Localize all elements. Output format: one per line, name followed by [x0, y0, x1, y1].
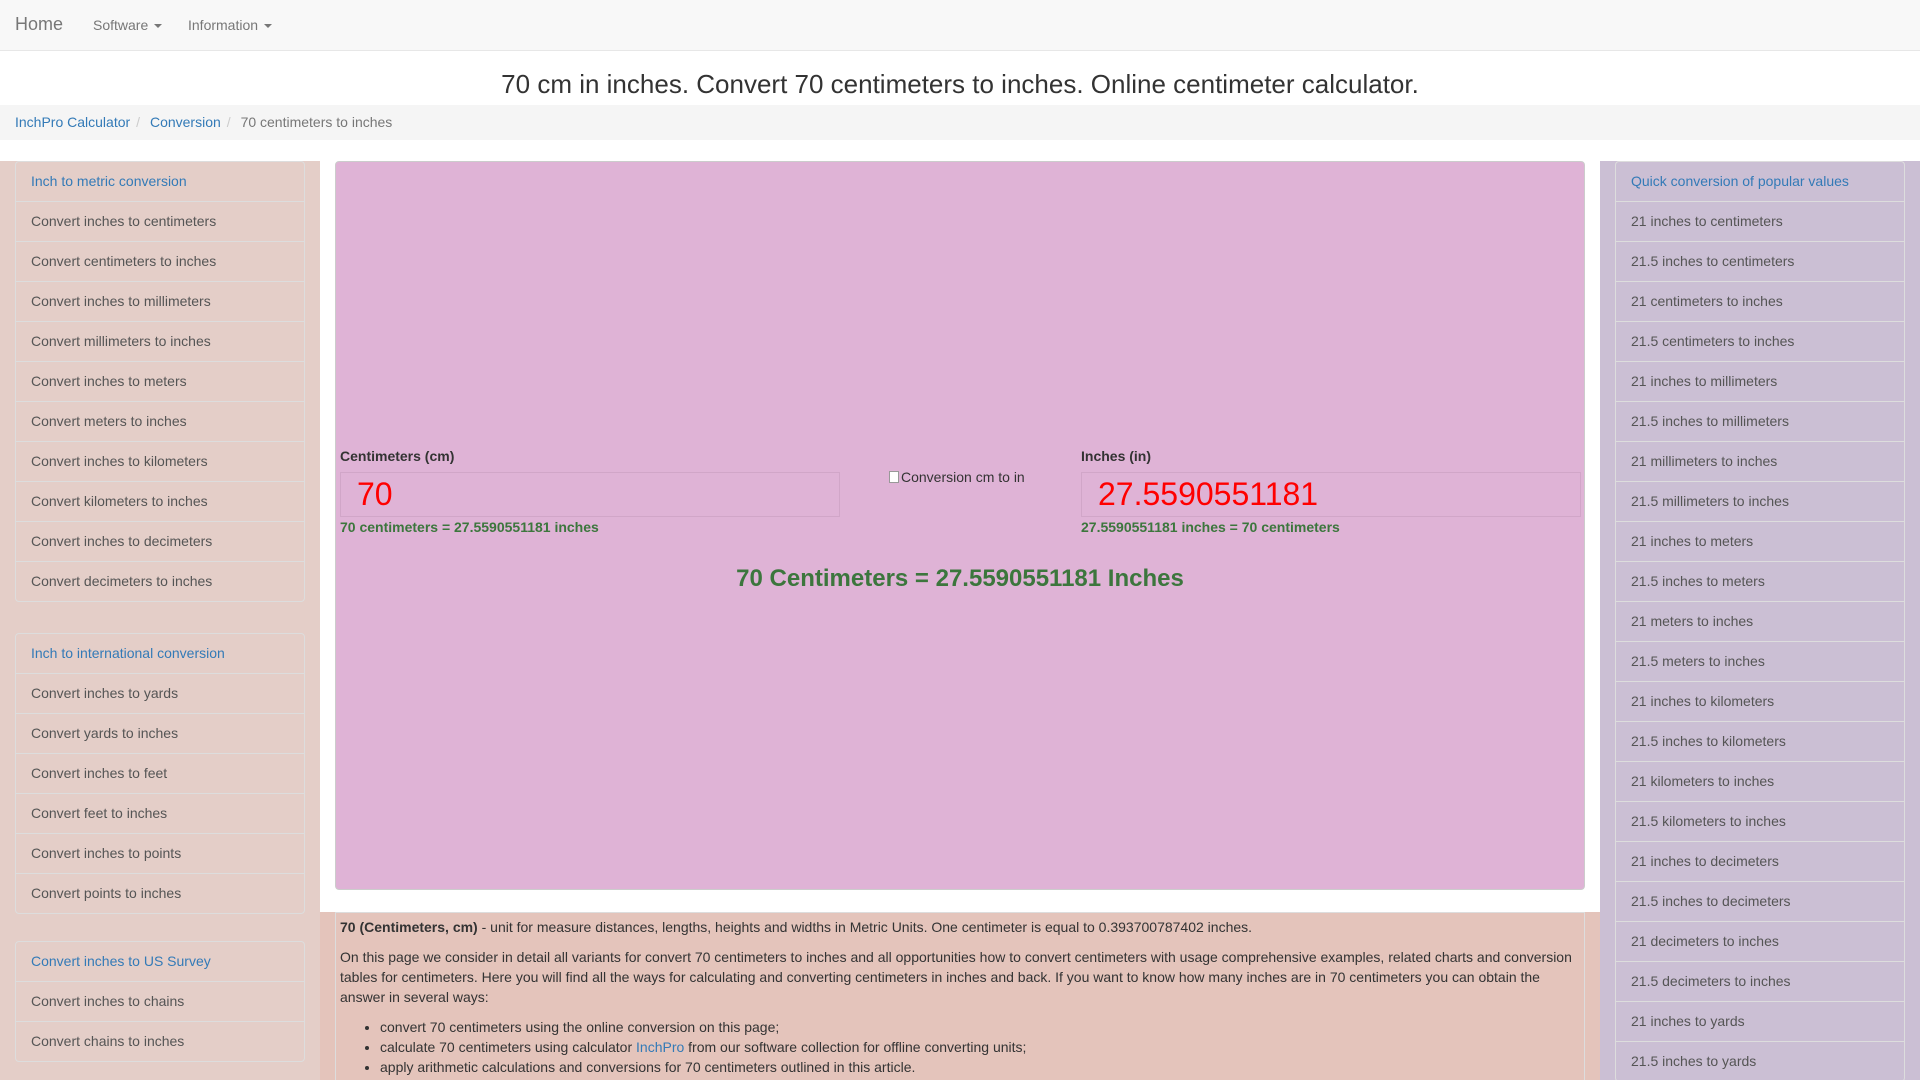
nav-information-label: Information	[188, 17, 259, 33]
bullet-text: calculate 70 centimeters using calculato…	[380, 1039, 637, 1055]
list-item: apply arithmetic calculations and conver…	[380, 1057, 1580, 1077]
list-item[interactable]: 21.5 inches to kilometers	[1615, 721, 1905, 762]
bullet-text: from our software collection for offline…	[684, 1039, 1027, 1055]
list-item[interactable]: 21.5 decimeters to inches	[1615, 961, 1905, 1002]
list-item[interactable]: 21.5 millimeters to inches	[1615, 481, 1905, 522]
list-item[interactable]: 21 millimeters to inches	[1615, 441, 1905, 482]
list-item[interactable]: Convert kilometers to inches	[15, 481, 305, 522]
list-item[interactable]: Convert inches to feet	[15, 753, 305, 794]
list-item[interactable]: Convert inches to kilometers	[15, 441, 305, 482]
conversion-image: Conversion cm to in	[889, 469, 1025, 485]
list-item[interactable]: Convert feet to inches	[15, 793, 305, 834]
top-navbar: Home Software Information	[0, 0, 1920, 51]
list-item[interactable]: 21 centimeters to inches	[1615, 281, 1905, 322]
list-item[interactable]: Convert millimeters to inches	[15, 321, 305, 362]
conversion-summary: 70 Centimeters = 27.5590551181 Inches	[736, 565, 1184, 592]
us-survey-conversion-list: Convert inches to US Survey Convert inch…	[15, 941, 305, 1062]
inches-label: Inches (in)	[1081, 448, 1152, 464]
definition-term: 70 (Centimeters, cm)	[340, 919, 478, 935]
list-item[interactable]: Convert inches to centimeters	[15, 201, 305, 242]
list-item[interactable]: 21 inches to centimeters	[1615, 201, 1905, 242]
breadcrumb: InchPro Calculator / Conversion / 70 centi…	[0, 105, 1920, 140]
list-item[interactable]: 21 decimeters to inches	[1615, 921, 1905, 962]
info-box: 70 (Centimeters, cm) - unit for measure …	[335, 912, 1585, 1080]
list-item[interactable]: 21 inches to millimeters	[1615, 361, 1905, 402]
list-item[interactable]: 21 meters to inches	[1615, 601, 1905, 642]
list-item[interactable]: Convert inches to points	[15, 833, 305, 874]
list-item[interactable]: Convert centimeters to inches	[15, 241, 305, 282]
list-item[interactable]: 21 kilometers to inches	[1615, 761, 1905, 802]
nav-home-link[interactable]: Home	[15, 14, 63, 35]
page-title: 70 cm in inches. Convert 70 centimeters …	[501, 69, 1419, 99]
list-item[interactable]: 21 inches to meters	[1615, 521, 1905, 562]
list-item[interactable]: Convert yards to inches	[15, 713, 305, 754]
intro-paragraph: On this page we consider in detail all v…	[340, 949, 1572, 1005]
methods-list: convert 70 centimeters using the online …	[340, 1017, 1580, 1077]
list-item[interactable]: Convert points to inches	[15, 873, 305, 914]
breadcrumb-current: 70 centimeters to inches	[240, 114, 393, 130]
left-sidebar: Inch to metric conversion Convert inches…	[0, 161, 320, 1080]
centimeters-result-text: 70 centimeters = 27.5590551181 inches	[340, 519, 599, 535]
list-item[interactable]: Convert inches to decimeters	[15, 521, 305, 562]
list-item[interactable]: 21.5 meters to inches	[1615, 641, 1905, 682]
converter-panel: Centimeters (cm) 70 centimeters = 27.559…	[335, 161, 1585, 890]
list-heading-metric[interactable]: Inch to metric conversion	[15, 161, 305, 202]
info-section: 70 (Centimeters, cm) - unit for measure …	[320, 912, 1600, 1080]
popular-values-list: Quick conversion of popular values 21 in…	[1615, 161, 1905, 1080]
list-item[interactable]: 21.5 inches to yards	[1615, 1041, 1905, 1080]
broken-image-icon	[889, 471, 899, 483]
list-heading-international[interactable]: Inch to international conversion	[15, 633, 305, 674]
list-item: calculate 70 centimeters using calculato…	[380, 1037, 1580, 1057]
nav-information-dropdown[interactable]: Information	[188, 17, 272, 33]
caret-down-icon	[263, 24, 272, 29]
list-item[interactable]: Convert inches to millimeters	[15, 281, 305, 322]
centimeters-input[interactable]	[340, 472, 840, 517]
list-item[interactable]: Convert inches to chains	[15, 981, 305, 1022]
list-item[interactable]: Convert meters to inches	[15, 401, 305, 442]
international-conversion-list: Inch to international conversion Convert…	[15, 633, 305, 914]
nav-software-dropdown[interactable]: Software	[93, 17, 163, 33]
inchpro-link[interactable]: InchPro	[636, 1039, 684, 1055]
definition-text: - unit for measure distances, lengths, h…	[477, 919, 1253, 935]
caret-down-icon	[154, 24, 163, 29]
conversion-image-alt: Conversion cm to in	[901, 469, 1025, 485]
list-item[interactable]: 21.5 inches to millimeters	[1615, 401, 1905, 442]
centimeters-label: Centimeters (cm)	[340, 448, 455, 464]
list-item[interactable]: Convert chains to inches	[15, 1021, 305, 1062]
main-content: Centimeters (cm) 70 centimeters = 27.559…	[320, 161, 1600, 1080]
list-item[interactable]: 21 inches to decimeters	[1615, 841, 1905, 882]
inches-input[interactable]	[1081, 472, 1581, 517]
list-item[interactable]: 21.5 inches to centimeters	[1615, 241, 1905, 282]
list-item: convert 70 centimeters using the online …	[380, 1017, 1580, 1037]
breadcrumb-home-link[interactable]: InchPro Calculator	[15, 114, 130, 130]
list-item[interactable]: 21 inches to yards	[1615, 1001, 1905, 1042]
breadcrumb-separator: /	[226, 114, 231, 130]
list-item[interactable]: 21.5 inches to meters	[1615, 561, 1905, 602]
list-item[interactable]: Convert decimeters to inches	[15, 561, 305, 602]
right-sidebar: Quick conversion of popular values 21 in…	[1600, 161, 1920, 1080]
definition-paragraph: 70 (Centimeters, cm) - unit for measure …	[340, 917, 1580, 937]
list-item[interactable]: 21 inches to kilometers	[1615, 681, 1905, 722]
list-item[interactable]: Convert inches to yards	[15, 673, 305, 714]
list-heading-popular[interactable]: Quick conversion of popular values	[1615, 161, 1905, 202]
list-item[interactable]: 21.5 inches to decimeters	[1615, 881, 1905, 922]
metric-conversion-list: Inch to metric conversion Convert inches…	[15, 161, 305, 602]
nav-software-label: Software	[93, 17, 149, 33]
breadcrumb-separator: /	[136, 114, 141, 130]
list-heading-us-survey[interactable]: Convert inches to US Survey	[15, 941, 305, 982]
list-item[interactable]: 21.5 kilometers to inches	[1615, 801, 1905, 842]
inches-result-text: 27.5590551181 inches = 70 centimeters	[1081, 519, 1340, 535]
breadcrumb-conversion-link[interactable]: Conversion	[150, 114, 221, 130]
list-item[interactable]: 21.5 centimeters to inches	[1615, 321, 1905, 362]
list-item[interactable]: Convert inches to meters	[15, 361, 305, 402]
